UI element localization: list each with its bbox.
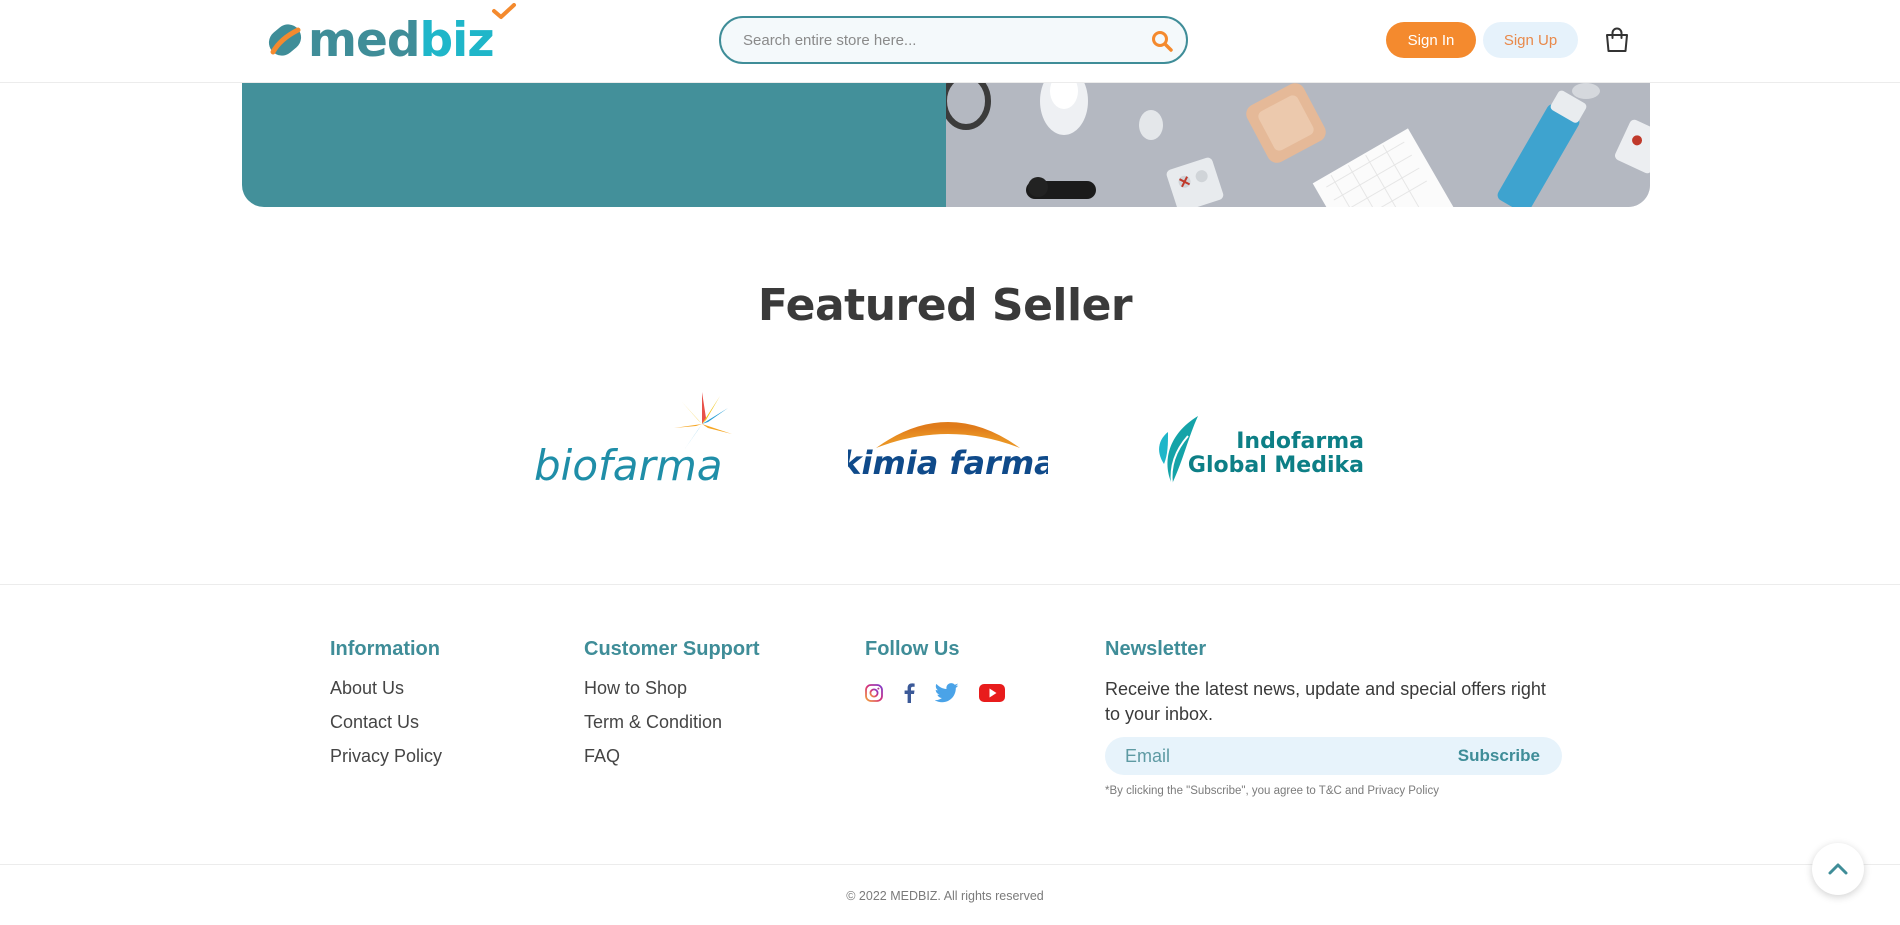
subscribe-button[interactable]: Subscribe — [1458, 746, 1540, 766]
how-to-shop-link[interactable]: How to Shop — [584, 678, 760, 712]
medbiz-logo[interactable]: medbiz — [264, 2, 516, 66]
faq-link[interactable]: FAQ — [584, 746, 760, 780]
contact-us-link[interactable]: Contact Us — [330, 712, 442, 746]
copyright-text: © 2022 MEDBIZ. All rights reserved — [846, 889, 1044, 903]
seller-logo-biofarma[interactable]: biofarma — [530, 390, 740, 500]
seller-logo-kimia-farma[interactable]: kimia farma — [840, 402, 1056, 482]
newsletter-disclaimer: *By clicking the "Subscribe", you agree … — [1105, 785, 1439, 797]
privacy-policy-link[interactable]: Privacy Policy — [330, 746, 442, 780]
footer-follow-us: Follow Us — [865, 638, 1025, 708]
youtube-icon[interactable] — [979, 683, 1005, 708]
logo-text-biz: biz — [419, 12, 495, 68]
chevron-up-icon — [1828, 863, 1848, 875]
footer-newsletter: Newsletter Receive the latest news, upda… — [1105, 638, 1565, 797]
seller-logo-indofarma[interactable]: Indofarma Global Medika — [1158, 412, 1368, 488]
check-mark-icon — [492, 2, 516, 19]
information-heading: Information — [330, 638, 440, 660]
banner-color-panel — [242, 83, 946, 207]
banner-medical-image — [946, 83, 1650, 207]
facebook-icon[interactable] — [903, 683, 915, 708]
instagram-icon[interactable] — [865, 684, 883, 707]
footer-divider — [0, 584, 1900, 585]
medbiz-logo-text: medbiz — [308, 2, 516, 64]
search-bar — [719, 16, 1188, 64]
social-links — [865, 683, 1025, 708]
footer-information: Information About Us Contact Us Privacy … — [330, 638, 442, 780]
indofarma-logo-text-line1: Indofarma — [1236, 429, 1364, 454]
copyright-divider — [0, 864, 1900, 865]
search-icon[interactable] — [1150, 29, 1174, 53]
customer-support-links: How to Shop Term & Condition FAQ — [584, 678, 760, 780]
term-condition-link[interactable]: Term & Condition — [584, 712, 760, 746]
featured-seller-title: Featured Seller — [757, 280, 1133, 331]
newsletter-form: Subscribe — [1105, 737, 1562, 775]
biofarma-logo-text: biofarma — [534, 441, 722, 490]
shopping-bag-icon[interactable] — [1604, 27, 1630, 53]
about-us-link[interactable]: About Us — [330, 678, 442, 712]
sign-up-button[interactable]: Sign Up — [1483, 22, 1578, 58]
newsletter-email-input[interactable] — [1125, 745, 1425, 767]
search-input[interactable] — [743, 29, 1133, 51]
indofarma-logo-text-line2: Global Medika — [1188, 453, 1364, 478]
footer-customer-support: Customer Support How to Shop Term & Cond… — [584, 638, 760, 780]
newsletter-description: Receive the latest news, update and spec… — [1105, 679, 1546, 724]
site-header: medbiz Sign In Sign Up — [0, 0, 1900, 83]
twitter-icon[interactable] — [934, 683, 959, 708]
medical-supplies-illustration — [946, 83, 1650, 207]
medbiz-logo-mark — [268, 24, 302, 56]
back-to-top-button[interactable] — [1812, 843, 1864, 895]
sign-in-button[interactable]: Sign In — [1386, 22, 1476, 58]
promo-banner[interactable] — [242, 83, 1650, 207]
follow-us-heading: Follow Us — [865, 638, 960, 660]
newsletter-heading: Newsletter — [1105, 638, 1207, 660]
information-links: About Us Contact Us Privacy Policy — [330, 678, 442, 780]
customer-support-heading: Customer Support — [584, 638, 760, 660]
kimia-farma-logo-text: kimia farma — [848, 444, 1048, 482]
logo-text-med: med — [308, 12, 420, 68]
